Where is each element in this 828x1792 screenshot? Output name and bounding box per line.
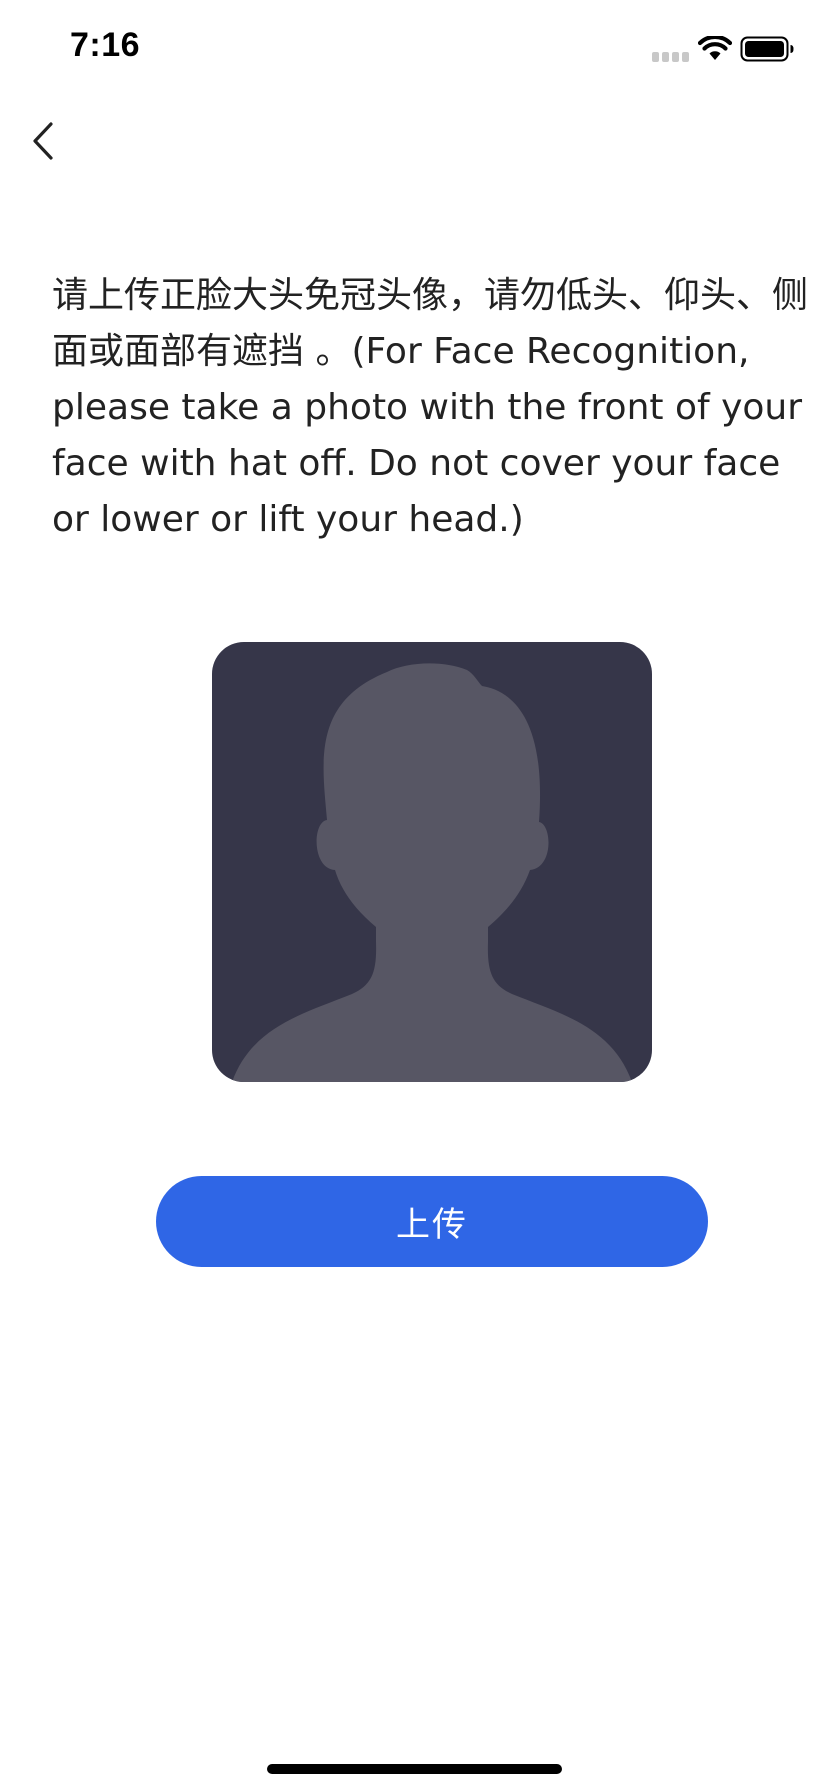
person-silhouette-icon [232, 663, 632, 1082]
avatar-upload-area[interactable] [212, 642, 652, 1082]
instructions-text: 请上传正脸大头免冠头像，请勿低头、仰头、侧面或面部有遮挡 。(For Face … [52, 275, 809, 540]
chevron-left-icon [33, 121, 53, 160]
home-indicator [267, 1764, 562, 1774]
battery-icon [740, 36, 794, 62]
cellular-signal-icon [652, 52, 689, 62]
status-bar: 7:16 [0, 0, 828, 100]
status-time: 7:16 [70, 26, 141, 64]
upload-button[interactable]: 上传 [156, 1176, 708, 1267]
back-button[interactable] [18, 113, 68, 169]
wifi-icon [698, 36, 732, 60]
